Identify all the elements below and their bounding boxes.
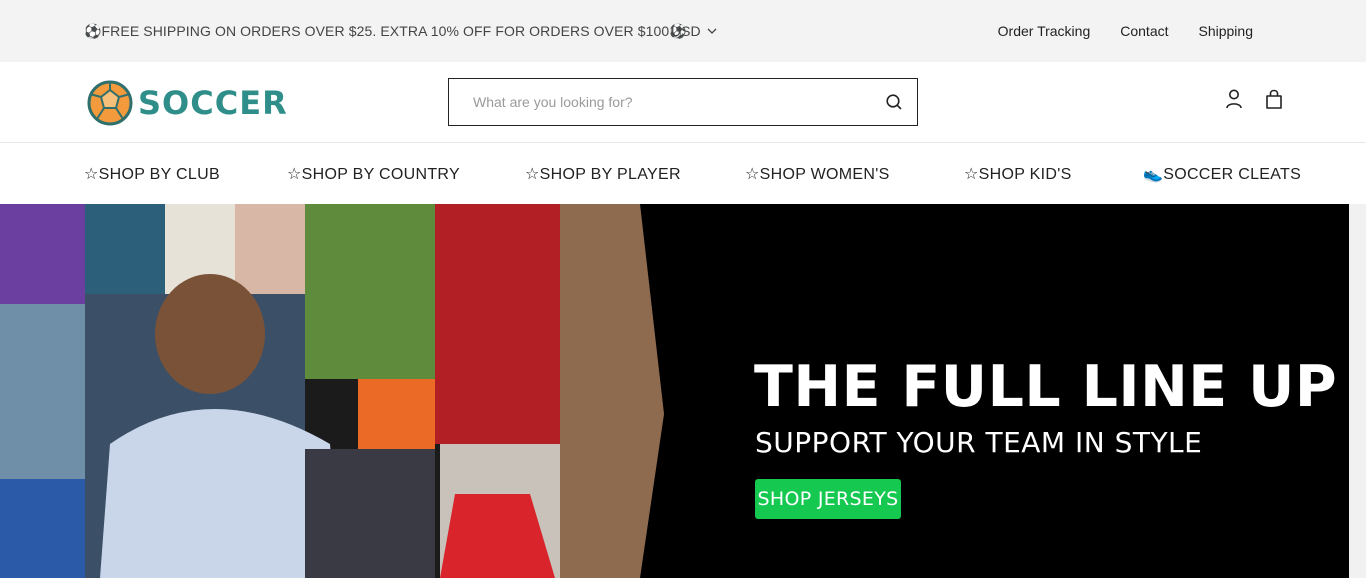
currency-selector[interactable]: USD — [671, 23, 717, 39]
shop-jerseys-button[interactable]: SHOP JERSEYS — [755, 479, 901, 519]
site-logo[interactable]: SOCCER — [86, 78, 288, 128]
hero-banner[interactable]: THE FULL LINE UP SUPPORT YOUR TEAM IN ST… — [0, 204, 1349, 578]
currency-label: USD — [671, 23, 701, 39]
logo-wordmark: SOCCER — [138, 84, 288, 122]
chevron-down-icon — [707, 28, 717, 34]
site-header: SOCCER — [0, 62, 1366, 143]
shipping-link[interactable]: Shipping — [1199, 23, 1254, 39]
utility-links: Order Tracking Contact Shipping — [998, 23, 1253, 39]
search-bar[interactable] — [448, 78, 918, 126]
search-input[interactable] — [473, 94, 885, 110]
hero-subheadline: SUPPORT YOUR TEAM IN STYLE — [755, 426, 1203, 459]
account-icon[interactable] — [1224, 88, 1244, 110]
nav-soccer-cleats[interactable]: 👟SOCCER CLEATS — [1143, 164, 1301, 184]
search-icon[interactable] — [885, 93, 903, 111]
promo-text: ⚽FREE SHIPPING ON ORDERS OVER $25. EXTRA… — [84, 23, 687, 39]
cart-icon[interactable] — [1264, 88, 1284, 110]
nav-shop-by-club[interactable]: ☆SHOP BY CLUB — [84, 164, 220, 184]
nav-shop-kids[interactable]: ☆SHOP KID'S — [964, 164, 1072, 184]
soccer-ball-logo-icon — [87, 80, 133, 126]
contact-link[interactable]: Contact — [1120, 23, 1168, 39]
main-navigation: ☆SHOP BY CLUB ☆SHOP BY COUNTRY ☆SHOP BY … — [0, 143, 1366, 204]
nav-shop-womens[interactable]: ☆SHOP WOMEN'S — [745, 164, 890, 184]
nav-shop-by-player[interactable]: ☆SHOP BY PLAYER — [525, 164, 681, 184]
order-tracking-link[interactable]: Order Tracking — [998, 23, 1091, 39]
nav-shop-by-country[interactable]: ☆SHOP BY COUNTRY — [287, 164, 460, 184]
hero-headline: THE FULL LINE UP — [754, 354, 1338, 420]
announcement-bar: ⚽FREE SHIPPING ON ORDERS OVER $25. EXTRA… — [0, 0, 1366, 62]
header-actions — [1224, 88, 1284, 110]
jersey-collage-image — [0, 204, 664, 578]
page-scrollbar[interactable] — [1349, 204, 1366, 578]
